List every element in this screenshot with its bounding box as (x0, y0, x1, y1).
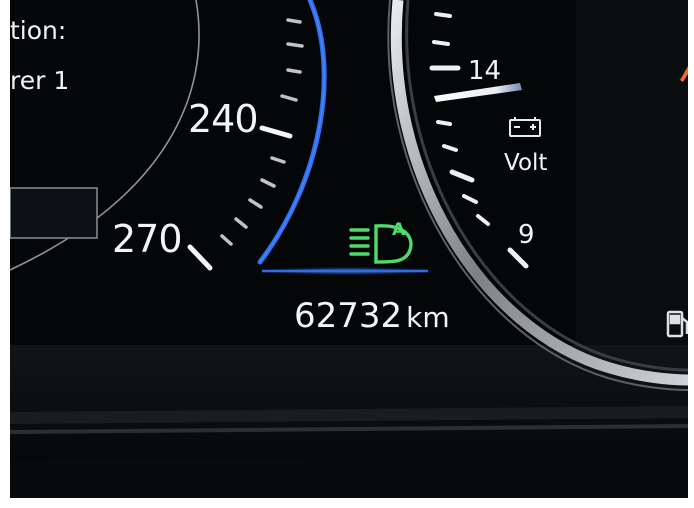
speed-label-270: 270 (112, 217, 183, 261)
battery-icon (509, 117, 541, 137)
odometer: 62732 km (294, 296, 450, 336)
info-display-line-2: rer 1 (10, 66, 70, 95)
odometer-value: 62732 (294, 296, 403, 336)
right-info-panel (576, 0, 688, 370)
instrument-cluster-photo: tion: rer 1 240 270 14 9 Volt A 62732 km (10, 0, 688, 498)
volt-label-9: 9 (518, 220, 535, 250)
auto-letter: A (392, 220, 406, 240)
display-bar (10, 187, 98, 239)
volt-label-14: 14 (468, 56, 502, 86)
odometer-unit: km (406, 301, 450, 334)
volt-unit: Volt (504, 150, 548, 176)
info-display-line-1: tion: (10, 16, 67, 45)
speed-label-240: 240 (188, 97, 259, 141)
